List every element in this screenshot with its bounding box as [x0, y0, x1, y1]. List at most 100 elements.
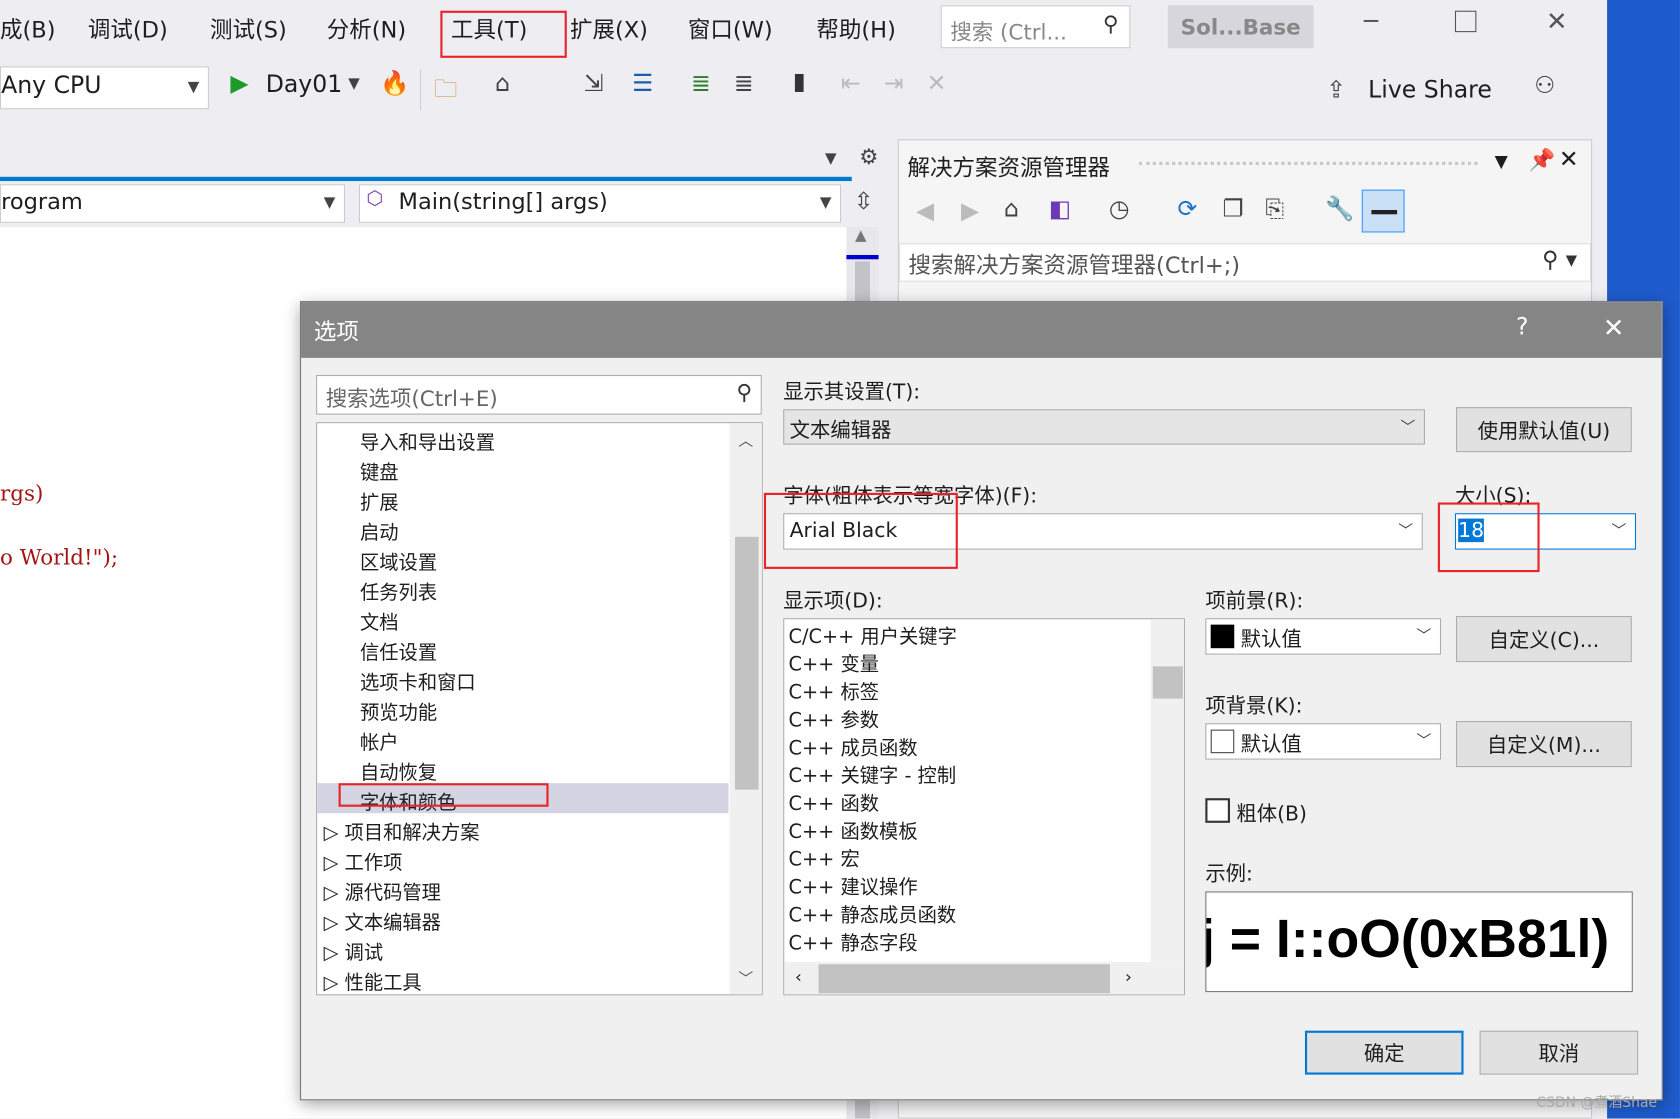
feedback-icon[interactable]: ⚇	[1534, 73, 1555, 100]
tree-item[interactable]: 区域设置	[360, 547, 437, 575]
step-icon[interactable]: ⇲	[584, 71, 604, 98]
display-items-list[interactable]: C/C++ 用户关键字 C++ 变量 C++ 标签 C++ 参数 C++ 成员函…	[783, 618, 1185, 996]
play-icon[interactable]: ▶	[230, 71, 248, 98]
tree-group[interactable]: ▷ 源代码管理	[324, 877, 441, 905]
indent-icon[interactable]: ≣	[691, 71, 711, 98]
options-search-input[interactable]: 搜索选项(Ctrl+E) ⚲	[316, 374, 762, 415]
clear-bookmarks-icon[interactable]: ✕	[927, 71, 947, 98]
tree-item[interactable]: 帐户	[360, 727, 399, 755]
tree-group[interactable]: ▷ 文本编辑器	[324, 907, 441, 935]
back-icon[interactable]: ◀	[916, 198, 934, 225]
chevron-down-icon[interactable]: ▼	[1495, 151, 1508, 171]
tree-group[interactable]: ▷ 调试	[324, 937, 384, 965]
highlight-box	[763, 492, 958, 569]
panel-title: 解决方案资源管理器	[907, 155, 1110, 182]
menu-window[interactable]: 窗口(W)	[688, 13, 773, 45]
home-page-icon[interactable]: ⌂	[495, 71, 510, 98]
search-input[interactable]: 搜索 (Ctrl... ⚲	[940, 5, 1131, 49]
tree-item[interactable]: 启动	[360, 517, 399, 545]
list-item[interactable]: C++ 关键字 - 控制	[789, 761, 957, 789]
preview-button[interactable]	[1361, 189, 1405, 233]
history-icon[interactable]: ◷	[1109, 196, 1130, 223]
tree-item[interactable]: 预览功能	[360, 697, 437, 725]
method-icon: ⬡	[366, 187, 384, 210]
tree-group[interactable]: ▷ 工作项	[324, 847, 403, 875]
background-label: 项背景(K):	[1205, 694, 1303, 718]
member-dropdown[interactable]: ⬡ Main(string[] args) ▼	[358, 184, 842, 223]
chevron-down-icon[interactable]: ▼	[348, 75, 360, 92]
list-vertical-scrollbar[interactable]	[1150, 619, 1184, 963]
close-dialog-button[interactable]: ✕	[1603, 313, 1625, 343]
menu-build[interactable]: 成(B)	[0, 13, 55, 45]
split-icon[interactable]: ⇳	[854, 189, 874, 216]
solution-search-input[interactable]: 搜索解决方案资源管理器(Ctrl+;) ⚲ ▾	[898, 243, 1592, 282]
forward-icon[interactable]: ▶	[961, 198, 979, 225]
tree-scrollbar[interactable]: ︿ ﹀	[729, 423, 762, 995]
gear-icon[interactable]: ⚙	[859, 144, 878, 170]
options-tree[interactable]: 导入和导出设置 键盘 扩展 启动 区域设置 任务列表 文档 信任设置 选项卡和窗…	[316, 422, 763, 996]
list-horizontal-scrollbar[interactable]: ‹ ›	[784, 962, 1184, 995]
foreground-dropdown[interactable]: 默认值 ﹀	[1205, 618, 1442, 655]
tree-item[interactable]: 文档	[360, 607, 399, 635]
prev-bookmark-icon[interactable]: ⇤	[841, 71, 861, 98]
custom-background-button[interactable]: 自定义(M)...	[1456, 721, 1632, 768]
list-item[interactable]: C++ 建议操作	[789, 872, 918, 900]
background-dropdown[interactable]: 默认值 ﹀	[1205, 723, 1442, 760]
list-item[interactable]: C++ 函数模板	[789, 816, 918, 844]
home-icon[interactable]: ⌂	[1004, 196, 1019, 223]
list-item[interactable]: C++ 变量	[789, 649, 879, 677]
chevron-down-icon[interactable]: ▼	[825, 150, 837, 167]
tree-item[interactable]: 选项卡和窗口	[360, 667, 476, 695]
hot-reload-icon[interactable]: 🔥	[380, 71, 409, 98]
search-icon: ⚲ ▾	[1542, 246, 1578, 273]
cancel-button[interactable]: 取消	[1479, 1030, 1639, 1075]
find-in-files-icon[interactable]: 🗀	[434, 71, 458, 112]
bold-checkbox[interactable]	[1205, 798, 1230, 823]
list-item[interactable]: C++ 标签	[789, 677, 879, 705]
custom-foreground-button[interactable]: 自定义(C)...	[1456, 616, 1632, 663]
live-share-button[interactable]: Live Share	[1368, 77, 1492, 104]
menu-test[interactable]: 测试(S)	[210, 13, 287, 45]
tree-item[interactable]: 导入和导出设置	[360, 427, 495, 455]
tree-group[interactable]: ▷ 性能工具	[324, 967, 422, 994]
ok-button[interactable]: 确定	[1304, 1030, 1464, 1075]
pin-icon[interactable]: 📌	[1529, 147, 1556, 173]
next-bookmark-icon[interactable]: ⇥	[884, 71, 904, 98]
outdent-icon[interactable]: ≣	[734, 71, 754, 98]
menu-extensions[interactable]: 扩展(X)	[570, 13, 648, 45]
menu-analyze[interactable]: 分析(N)	[327, 13, 406, 45]
show-settings-dropdown[interactable]: 文本编辑器 ﹀	[783, 409, 1425, 445]
bookmark-icon[interactable]: ▮	[793, 69, 806, 96]
tree-group[interactable]: ▷ 项目和解决方案	[324, 817, 480, 845]
menu-debug[interactable]: 调试(D)	[88, 13, 168, 45]
use-defaults-button[interactable]: 使用默认值(U)	[1456, 407, 1632, 453]
maximize-button[interactable]	[1454, 10, 1477, 33]
platform-dropdown[interactable]: Any CPU ▼	[0, 66, 209, 110]
tree-item[interactable]: 键盘	[360, 457, 399, 485]
refresh-icon[interactable]: ⟳	[1177, 196, 1197, 223]
copy-icon[interactable]: ⎘	[1265, 196, 1284, 223]
list-item[interactable]: C++ 参数	[789, 705, 879, 733]
list-item[interactable]: C/C++ 用户关键字	[789, 621, 957, 649]
list-item[interactable]: C++ 静态成员函数	[789, 900, 957, 928]
collapse-icon[interactable]: ❐	[1222, 196, 1243, 223]
list-item[interactable]: C++ 函数	[789, 789, 879, 817]
list-item[interactable]: C++ 宏	[789, 844, 860, 872]
tree-item[interactable]: 任务列表	[360, 577, 437, 605]
dialog-title: 选项	[313, 319, 359, 345]
start-project-button[interactable]: Day01	[266, 72, 343, 99]
class-dropdown[interactable]: rogram ▼	[0, 184, 345, 223]
close-window-button[interactable]: ✕	[1546, 6, 1568, 36]
wrench-icon[interactable]: 🔧	[1325, 196, 1354, 223]
tree-item[interactable]: 扩展	[360, 487, 399, 515]
tree-item[interactable]: 信任设置	[360, 637, 437, 665]
list-item[interactable]: C++ 成员函数	[789, 733, 918, 761]
help-button[interactable]: ?	[1516, 314, 1529, 341]
tree-item[interactable]: 自动恢复	[360, 757, 437, 785]
list-item[interactable]: C++ 静态字段	[789, 928, 918, 956]
close-icon[interactable]: ✕	[1559, 147, 1579, 174]
minimize-button[interactable]: ─	[1364, 9, 1378, 36]
vs-icon[interactable]: ◧	[1049, 196, 1071, 223]
menu-help[interactable]: 帮助(H)	[816, 13, 895, 45]
format-icon[interactable]: ☰	[632, 71, 653, 98]
